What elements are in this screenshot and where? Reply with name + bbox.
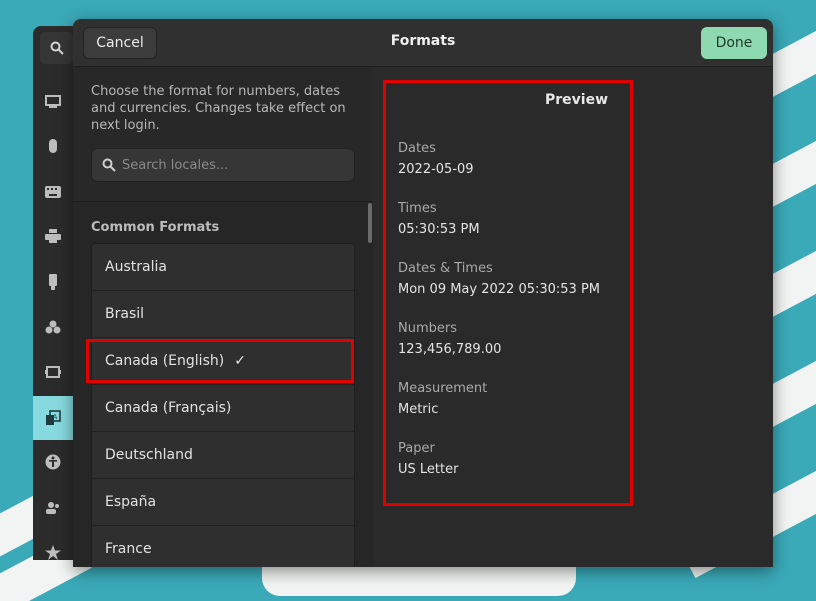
preview-value: Mon 09 May 2022 05:30:53 PM bbox=[398, 282, 601, 297]
locale-label: France bbox=[105, 541, 152, 557]
wallpaper-bar bbox=[262, 566, 576, 596]
locale-item-brasil[interactable]: Brasil bbox=[92, 291, 354, 338]
locale-label: Canada (English) bbox=[105, 353, 225, 369]
search-icon bbox=[50, 41, 64, 55]
preview-value: US Letter bbox=[398, 462, 459, 477]
locale-label: Australia bbox=[105, 259, 167, 275]
keyboard-icon[interactable] bbox=[33, 170, 73, 214]
preview-label: Measurement bbox=[398, 381, 488, 396]
checkmark-icon: ✓ bbox=[234, 353, 246, 369]
star-icon[interactable] bbox=[33, 530, 73, 574]
display-icon[interactable] bbox=[33, 80, 73, 124]
scrollbar[interactable] bbox=[368, 203, 372, 243]
accessibility-icon[interactable] bbox=[33, 440, 73, 484]
locale-item-canada-francais[interactable]: Canada (Français) bbox=[92, 385, 354, 432]
removable-media-icon[interactable] bbox=[33, 260, 73, 304]
locale-pane: Choose the format for numbers, dates and… bbox=[73, 67, 373, 567]
locale-item-canada-english[interactable]: Canada (English) ✓ bbox=[92, 338, 354, 385]
preview-label: Times bbox=[398, 201, 437, 216]
preview-value: 05:30:53 PM bbox=[398, 222, 480, 237]
locale-item-espana[interactable]: España bbox=[92, 479, 354, 526]
region-language-icon[interactable]: A bbox=[33, 396, 73, 440]
preview-value: 123,456,789.00 bbox=[398, 342, 502, 357]
preview-title: Preview bbox=[545, 92, 609, 108]
users-icon[interactable] bbox=[33, 486, 73, 530]
preview-label: Paper bbox=[398, 441, 435, 456]
locale-list: Australia Brasil Canada (English) ✓ Canad… bbox=[91, 243, 355, 567]
search-button[interactable] bbox=[40, 32, 74, 64]
preview-value: Metric bbox=[398, 402, 439, 417]
section-title: Common Formats bbox=[91, 220, 220, 235]
printer-icon[interactable] bbox=[33, 214, 73, 258]
preview-pane: Preview Dates 2022-05-09 Times 05:30:53 … bbox=[373, 67, 773, 567]
preview-label: Dates & Times bbox=[398, 261, 493, 276]
locale-list-area: Common Formats Australia Brasil Canada (… bbox=[73, 201, 373, 567]
search-input[interactable] bbox=[122, 157, 342, 173]
done-button[interactable]: Done bbox=[701, 27, 767, 59]
mouse-icon[interactable] bbox=[33, 124, 73, 168]
locale-item-deutschland[interactable]: Deutschland bbox=[92, 432, 354, 479]
dialog-title: Formats bbox=[390, 33, 456, 49]
preview-value: 2022-05-09 bbox=[398, 162, 474, 177]
intro-text: Choose the format for numbers, dates and… bbox=[91, 84, 346, 133]
locale-label: Canada (Français) bbox=[105, 400, 232, 416]
dialog-header: Cancel Formats Done bbox=[73, 19, 773, 67]
preview-label: Numbers bbox=[398, 321, 457, 336]
search-icon bbox=[102, 158, 116, 172]
locale-item-australia[interactable]: Australia bbox=[92, 244, 354, 291]
search-field[interactable] bbox=[91, 148, 355, 182]
preview-label: Dates bbox=[398, 141, 436, 156]
locale-label: Brasil bbox=[105, 306, 145, 322]
locale-item-france[interactable]: France bbox=[92, 526, 354, 567]
locale-label: Deutschland bbox=[105, 447, 193, 463]
color-icon[interactable] bbox=[33, 305, 73, 349]
hardware-icon[interactable] bbox=[33, 350, 73, 394]
formats-dialog: Cancel Formats Done Choose the format fo… bbox=[73, 19, 773, 567]
locale-label: España bbox=[105, 494, 157, 510]
